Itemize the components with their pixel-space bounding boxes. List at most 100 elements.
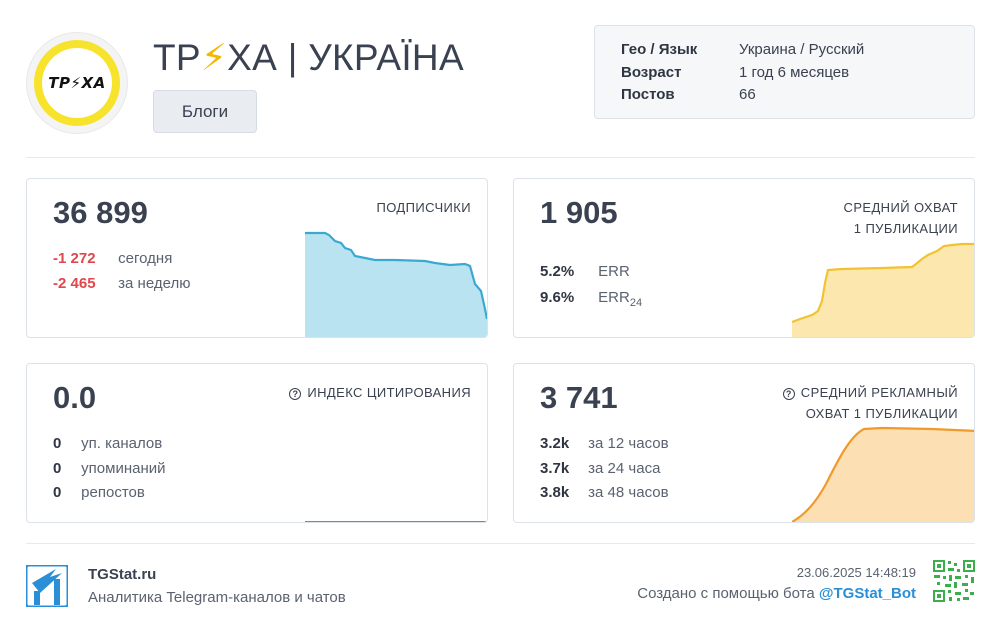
qr-module <box>937 594 941 598</box>
citation-label-text: ИНДЕКС ЦИТИРОВАНИЯ <box>307 385 471 400</box>
subscribers-week: -2 465 за неделю <box>53 275 190 292</box>
footer-made-text: Создано с помощью бота <box>637 585 819 602</box>
err-row: 5.2% ERR <box>540 263 630 280</box>
info-row-posts: Постов 66 <box>621 85 974 108</box>
citation-row-channels: 0 уп. каналов <box>53 435 162 452</box>
err-txt: ERR <box>598 263 630 280</box>
citation-label: ? ИНДЕКС ЦИТИРОВАНИЯ <box>289 382 471 403</box>
ad-reach-txt: за 24 часа <box>588 460 661 477</box>
citation-sparkline <box>305 521 487 522</box>
qr-module <box>962 583 968 586</box>
citation-index: 0.0 <box>53 380 97 415</box>
ad-reach-num: 3.8k <box>540 484 570 501</box>
info-label: Возраст <box>621 63 682 81</box>
ad-reach-txt: за 12 часов <box>588 435 669 452</box>
qr-code-icon[interactable] <box>932 559 976 603</box>
ad-reach-count: 3 741 <box>540 380 618 415</box>
citation-num: 0 <box>53 460 62 477</box>
subscribers-card[interactable]: 36 899 ПОДПИСЧИКИ -1 272 сегодня -2 465 … <box>26 178 488 338</box>
ad-reach-sparkline <box>792 426 974 522</box>
logo-bar <box>54 579 60 605</box>
reach-label-line1: СРЕДНИЙ ОХВАТ <box>843 200 958 215</box>
channel-title: ТР⚡ХА | УКРАЇНА <box>153 36 464 79</box>
ad-reach-row-48h: 3.8k за 48 часов <box>540 484 669 501</box>
channel-header: TP⚡XA ТР⚡ХА | УКРАЇНА Блоги Гео / Язык У… <box>0 0 1000 158</box>
header-divider <box>26 157 975 158</box>
qr-module <box>967 564 971 568</box>
qr-module <box>943 576 946 579</box>
err24-sub: 24 <box>629 297 643 309</box>
qr-module <box>954 582 957 588</box>
subscribers-week-num: -2 465 <box>53 275 96 292</box>
subscribers-count: 36 899 <box>53 195 148 230</box>
subscribers-today-txt: сегодня <box>118 250 173 267</box>
citation-num: 0 <box>53 484 62 501</box>
avatar-logo-text: TP⚡XA <box>48 74 106 92</box>
info-value: 66 <box>739 86 756 103</box>
qr-module <box>948 568 954 571</box>
footer-divider <box>26 543 975 544</box>
footer-site-name[interactable]: TGStat.ru <box>88 566 156 583</box>
qr-module <box>954 563 957 566</box>
citation-txt: упоминаний <box>81 460 166 477</box>
category-button[interactable]: Блоги <box>153 90 257 133</box>
info-label: Гео / Язык <box>621 41 698 58</box>
ad-reach-row-12h: 3.2k за 12 часов <box>540 435 669 452</box>
avatar-inner: TP⚡XA <box>42 48 112 118</box>
citation-num: 0 <box>53 435 62 452</box>
avatar-ring: TP⚡XA <box>34 40 120 126</box>
ad-reach-txt: за 48 часов <box>588 484 669 501</box>
citation-txt: уп. каналов <box>81 435 163 452</box>
help-icon[interactable]: ? <box>289 388 302 400</box>
ad-reach-num: 3.7k <box>540 460 570 477</box>
qr-module <box>937 564 941 568</box>
reach-sparkline <box>792 242 974 337</box>
qr-module <box>948 590 951 593</box>
err24-row: 9.6% ERR24 <box>540 289 642 309</box>
qr-module <box>945 584 951 587</box>
subscribers-today: -1 272 сегодня <box>53 250 172 267</box>
qr-module <box>965 575 968 578</box>
qr-module <box>963 597 969 600</box>
qr-module <box>957 598 960 601</box>
info-row-age: Возраст 1 год 6 месяцев <box>621 63 974 86</box>
info-row-geo: Гео / Язык Украина / Русский <box>621 40 974 63</box>
channel-avatar[interactable]: TP⚡XA <box>26 32 128 134</box>
help-icon[interactable]: ? <box>782 388 795 400</box>
citation-row-reposts: 0 репостов <box>53 484 145 501</box>
qr-module <box>955 576 961 579</box>
err24-txt: ERR <box>598 289 630 306</box>
ad-reach-row-24h: 3.7k за 24 часа <box>540 460 660 477</box>
reach-count: 1 905 <box>540 195 618 230</box>
reach-card[interactable]: 1 905 СРЕДНИЙ ОХВАТ 1 ПУБЛИКАЦИИ 5.2% ER… <box>513 178 975 338</box>
qr-module <box>955 592 961 595</box>
ad-reach-num: 3.2k <box>540 435 570 452</box>
qr-module <box>937 582 940 585</box>
lightning-icon: ⚡ <box>200 37 228 78</box>
subscribers-today-num: -1 272 <box>53 250 96 267</box>
subscribers-area <box>305 233 487 337</box>
channel-title-part2: ХА | УКРАЇНА <box>227 37 464 78</box>
bot-link[interactable]: @TGStat_Bot <box>819 585 916 602</box>
tgstat-logo-icon[interactable] <box>26 565 68 607</box>
citation-txt: репостов <box>81 484 145 501</box>
qr-module <box>957 569 960 572</box>
qr-module <box>948 561 951 564</box>
err24-num: 9.6% <box>540 289 575 306</box>
info-value: 1 год 6 месяцев <box>739 63 850 81</box>
footer-datetime: 23.06.2025 14:48:19 <box>796 565 916 580</box>
info-value: Украина / Русский <box>739 41 865 58</box>
citation-card[interactable]: 0.0 ? ИНДЕКС ЦИТИРОВАНИЯ 0 уп. каналов 0 … <box>26 363 488 523</box>
qr-module <box>965 589 968 592</box>
qr-module <box>949 575 952 581</box>
ad-reach-label-line1: ? СРЕДНИЙ РЕКЛАМНЫЙ <box>782 382 958 403</box>
qr-module <box>971 577 974 583</box>
info-label: Постов <box>621 86 675 103</box>
qr-module <box>934 575 940 578</box>
reach-area <box>792 244 974 337</box>
subscribers-label: ПОДПИСЧИКИ <box>376 200 471 215</box>
footer-made-with: Создано с помощью бота @TGStat_Bot <box>637 585 916 602</box>
footer-tagline: Аналитика Telegram-каналов и чатов <box>88 589 346 606</box>
err-num: 5.2% <box>540 263 575 280</box>
ad-reach-card[interactable]: 3 741 ? СРЕДНИЙ РЕКЛАМНЫЙ ОХВАТ 1 ПУБЛИКА… <box>513 363 975 523</box>
